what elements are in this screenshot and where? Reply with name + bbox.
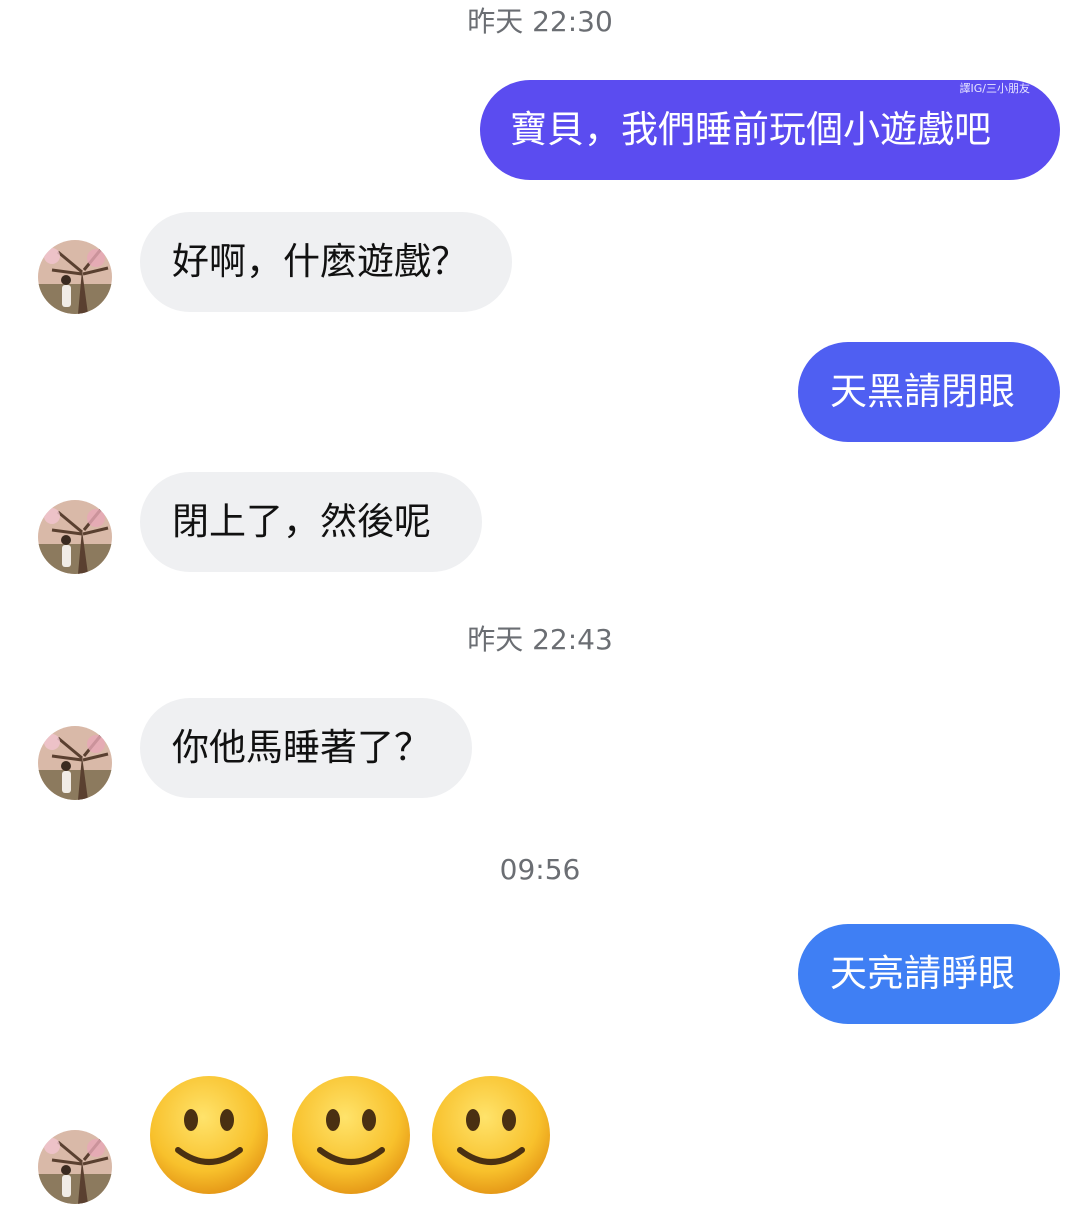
timestamp: 昨天 22:43: [467, 623, 613, 656]
avatar-photo-icon: [38, 500, 112, 574]
timestamp: 09:56: [499, 853, 581, 886]
message-text: 好啊，什麼遊戲？: [172, 240, 468, 283]
message-text: 天亮請睜眼: [830, 952, 1015, 995]
timestamp: 昨天 22:30: [467, 5, 613, 38]
watermark: 譯IG/三小朋友: [959, 82, 1030, 95]
message-text: 寶貝，我們睡前玩個小遊戲吧: [510, 108, 991, 151]
message-bubble-received[interactable]: 好啊，什麼遊戲？: [140, 212, 512, 312]
avatar-photo-icon: [38, 240, 112, 314]
avatar-photo-icon: [38, 1130, 112, 1204]
message-text: 天黑請閉眼: [830, 370, 1015, 413]
slightly-smiling-face-icon[interactable]: [430, 1074, 552, 1196]
avatar[interactable]: [38, 500, 112, 574]
message-bubble-sent[interactable]: 天亮請睜眼: [798, 924, 1060, 1024]
message-bubble-received[interactable]: 你他馬睡著了？: [140, 698, 472, 798]
message-text: 你他馬睡著了？: [172, 726, 431, 769]
avatar-photo-icon: [38, 726, 112, 800]
avatar[interactable]: [38, 726, 112, 800]
avatar[interactable]: [38, 240, 112, 314]
message-bubble-sent[interactable]: 天黑請閉眼: [798, 342, 1060, 442]
message-bubble-received[interactable]: 閉上了，然後呢: [140, 472, 482, 572]
slightly-smiling-face-icon[interactable]: [290, 1074, 412, 1196]
slightly-smiling-face-icon[interactable]: [148, 1074, 270, 1196]
message-text: 閉上了，然後呢: [172, 500, 431, 543]
avatar[interactable]: [38, 1130, 112, 1204]
message-bubble-sent[interactable]: 寶貝，我們睡前玩個小遊戲吧 譯IG/三小朋友: [480, 80, 1060, 180]
chat-thread: 昨天 22:30 寶貝，我們睡前玩個小遊戲吧 譯IG/三小朋友 好啊，什麼遊戲？…: [0, 0, 1080, 1215]
